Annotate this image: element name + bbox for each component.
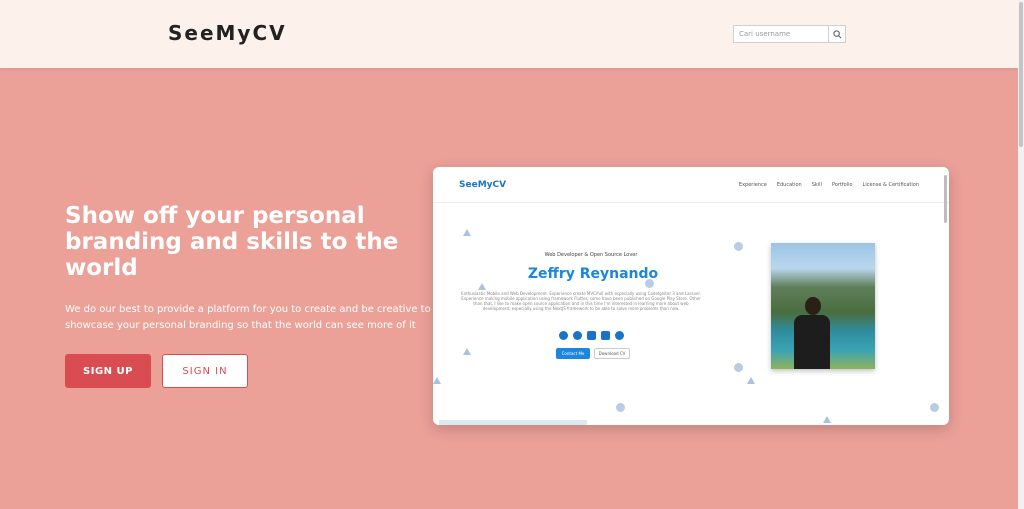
decor-dot [734, 363, 743, 372]
scrollbar-thumb[interactable] [1019, 2, 1023, 147]
preview-contact-button: Contact Me [556, 348, 590, 359]
preview-menu-item: Skill [811, 182, 822, 188]
decor-triangle [747, 377, 755, 384]
preview-menu-item: License & Certification [862, 182, 919, 188]
decor-triangle [463, 348, 471, 355]
cv-preview-image: SeeMyCV Experience Education Skill Portf… [433, 167, 949, 425]
preview-navbar: SeeMyCV Experience Education Skill Portf… [433, 167, 949, 203]
person-figure [789, 287, 835, 369]
hero-description: We do our best to provide a platform for… [65, 304, 431, 331]
search-bar [733, 25, 846, 43]
sign-in-button[interactable]: SIGN IN [162, 354, 248, 388]
preview-menu-item: Experience [738, 182, 767, 188]
linkedin-icon [601, 331, 610, 340]
preview-paragraph: Enthusiastic Mobile and Web Development.… [461, 291, 701, 311]
decor-dot [734, 242, 743, 251]
search-button[interactable] [829, 25, 846, 43]
preview-subtitle: Web Developer & Open Source Lover [544, 252, 638, 258]
person-head [805, 297, 821, 315]
decor-triangle [433, 377, 441, 384]
sign-up-button[interactable]: SIGN UP [65, 354, 151, 388]
preview-social-icons [559, 331, 624, 340]
page-scrollbar[interactable] [1018, 0, 1024, 509]
top-navbar: SeeMyCV [0, 0, 1018, 68]
preview-download-button: Download CV [594, 348, 630, 359]
preview-menu-item: Education [776, 182, 802, 188]
preview-scrollbar [944, 175, 947, 223]
preview-bottom-bar [439, 420, 587, 425]
search-input[interactable] [733, 25, 829, 43]
globe-icon [559, 331, 568, 340]
search-icon [832, 29, 841, 38]
decor-triangle [478, 283, 486, 290]
decor-triangle [463, 229, 471, 236]
decor-dot [616, 403, 625, 412]
hero-title: Show off your personal branding and skil… [65, 203, 399, 281]
instagram-icon [587, 331, 596, 340]
github-icon [615, 331, 624, 340]
preview-logo: SeeMyCV [459, 180, 507, 190]
person-body [794, 315, 830, 369]
site-logo[interactable]: SeeMyCV [168, 21, 287, 45]
preview-name: Zeffry Reynando [527, 266, 659, 282]
preview-menu-item: Portfolio [831, 182, 853, 188]
decor-dot [930, 403, 939, 412]
decor-triangle [823, 416, 831, 423]
preview-menu: Experience Education Skill Portfolio Lic… [739, 182, 919, 188]
facebook-icon [573, 331, 582, 340]
